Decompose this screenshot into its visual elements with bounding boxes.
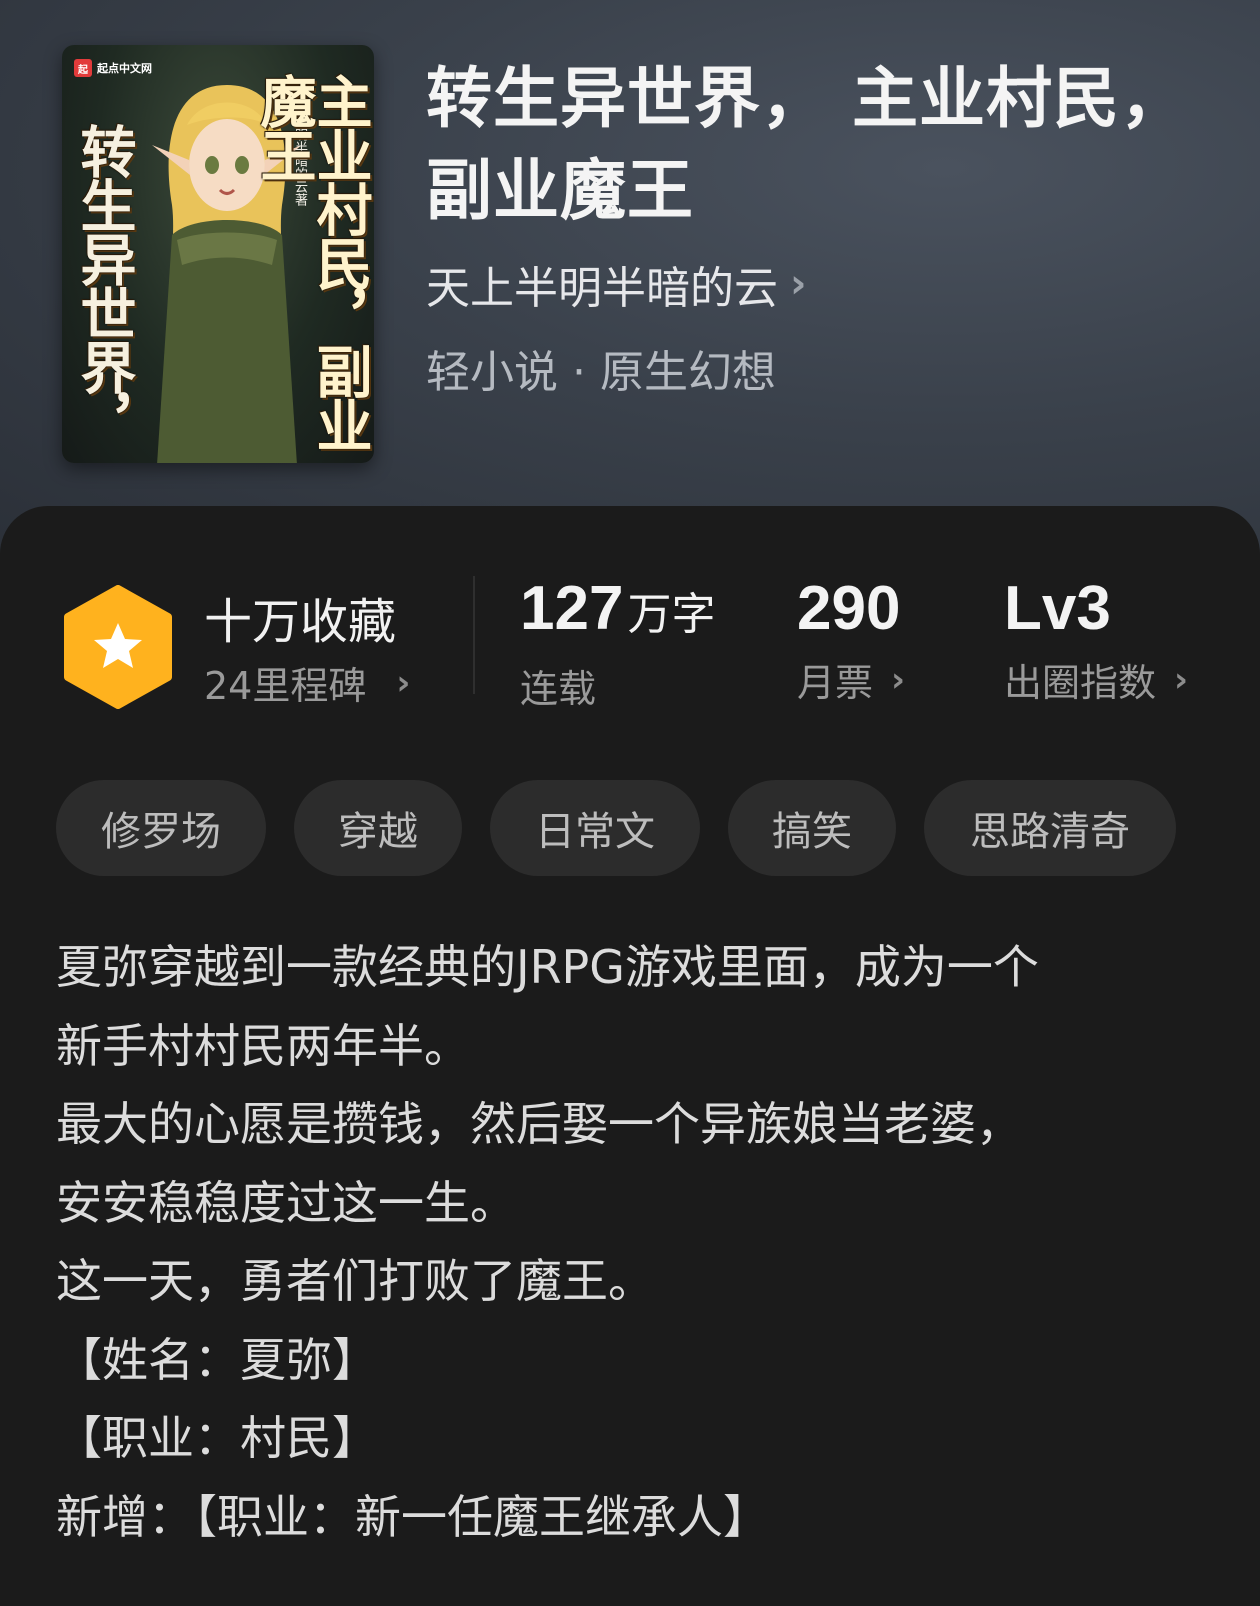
tag-siluqingqi[interactable]: 思路清奇 [924, 780, 1176, 876]
description-line: 新增：【职业：新一任魔王继承人】 [56, 1489, 769, 1544]
title-line-2: 副业魔王 [426, 151, 694, 229]
stats-divider [473, 576, 475, 694]
book-cover[interactable]: 起起点中文网 转生异世界， 天上半明半暗的云著 主业村民，副业魔王 [62, 45, 374, 463]
level-stat[interactable]: Lv3 出圈指数 › [1004, 574, 1188, 707]
description-line: 最大的心愿是攒钱，然后娶一个异族娘当老婆， [56, 1097, 1022, 1151]
chevron-right-icon: › [1174, 659, 1189, 700]
cover-title-left: 转生异世界， [71, 123, 137, 447]
tag-richangwen[interactable]: 日常文 [490, 780, 700, 876]
tag-xiuluochang[interactable]: 修罗场 [56, 780, 266, 876]
monthly-votes-label: 月票 [797, 661, 874, 705]
monthly-votes-stat[interactable]: 290 月票 › [797, 574, 905, 707]
tag-gaoxiao[interactable]: 搞笑 [728, 780, 896, 876]
tag-list: 修罗场 穿越 日常文 搞笑 思路清奇 [56, 780, 1176, 876]
description-line: 夏弥穿越到一款经典的JRPG游戏里面，成为一个 [56, 940, 1039, 994]
title-line-1: 转生异世界， 主业村民， [426, 59, 1187, 137]
word-count-value: 127 [520, 574, 624, 643]
collection-title: 十万收藏 [204, 594, 397, 650]
word-count-stat: 127 万字 连载 [520, 574, 715, 713]
description-line: 新手村村民两年半。 [56, 1018, 470, 1073]
chevron-right-icon: › [891, 659, 906, 700]
chevron-right-icon: › [396, 662, 411, 703]
milestone-label: 24里程碑 [204, 664, 367, 708]
description-line: 【职业：村民】 [56, 1411, 378, 1465]
level-value: Lv3 [1004, 574, 1111, 643]
chevron-right-icon: › [790, 261, 807, 307]
status-label: 连载 [520, 667, 597, 711]
word-count-unit: 万字 [627, 589, 716, 640]
author-name: 天上半明半暗的云 [426, 263, 778, 314]
cover-title-right: 主业村民，副业魔王 [251, 73, 373, 451]
genre-label: 轻小说 · 原生幻想 [426, 347, 776, 398]
collection-badge[interactable] [62, 585, 174, 709]
description-line: 【姓名：夏弥】 [56, 1332, 378, 1387]
level-label: 出圈指数 [1004, 661, 1157, 705]
book-description: 夏弥穿越到一款经典的JRPG游戏里面，成为一个 新手村村民两年半。 最大的心愿是… [56, 928, 1216, 1556]
description-line: 这一天，勇者们打败了魔王。 [56, 1254, 654, 1308]
book-title: 转生异世界， 主业村民， 副业魔王 [426, 52, 1226, 236]
milestone-link[interactable]: 24里程碑 › [204, 655, 410, 710]
author-link[interactable]: 天上半明半暗的云 › [426, 252, 806, 316]
monthly-votes-value: 290 [797, 574, 901, 643]
tag-chuanyue[interactable]: 穿越 [294, 780, 462, 876]
description-line: 安安稳稳度过这一生。 [56, 1175, 516, 1230]
